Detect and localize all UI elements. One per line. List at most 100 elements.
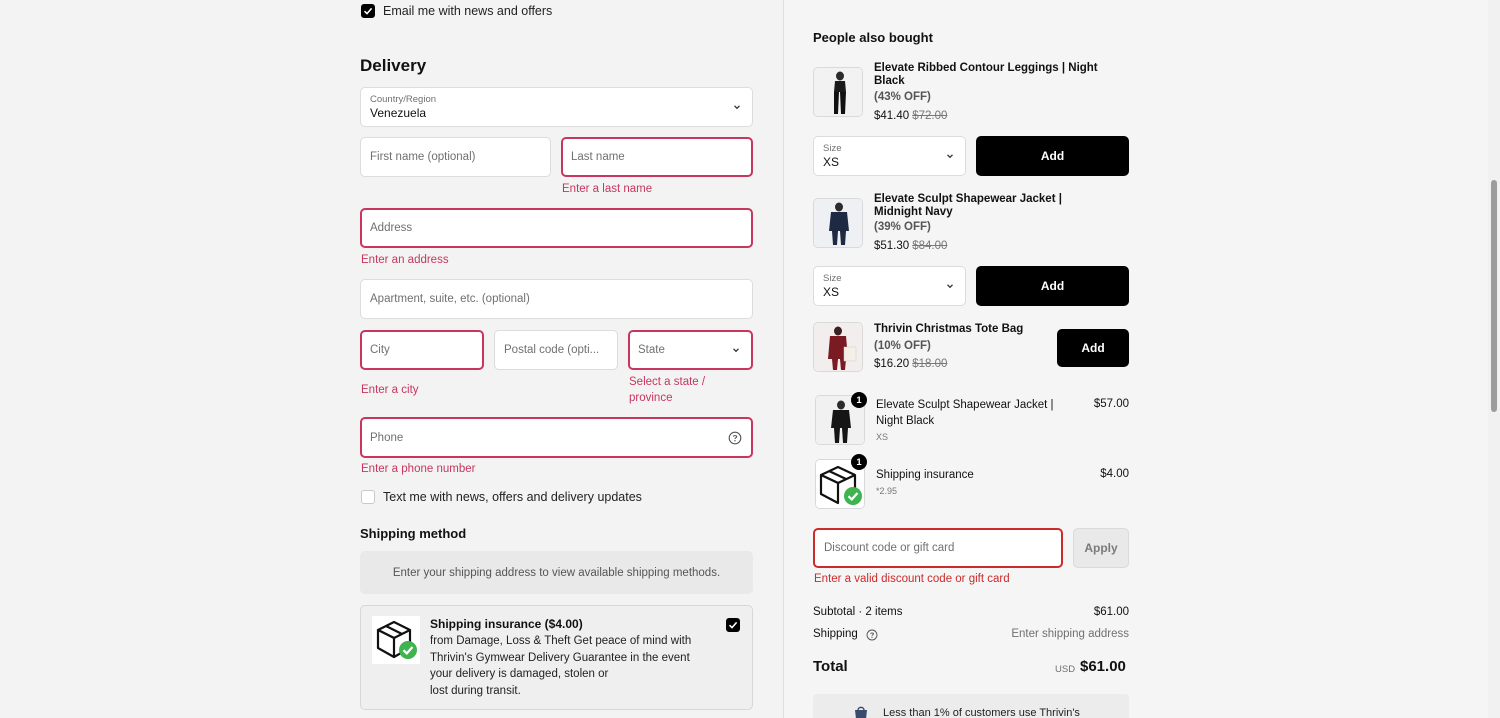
size-value: XS	[823, 155, 840, 169]
city-error: Enter a city	[361, 384, 419, 396]
upsell-size-select[interactable]: Size XS	[813, 136, 966, 176]
cart-item-name: Elevate Sculpt Shapewear Jacket | Night …	[876, 397, 1076, 429]
package-check-icon	[376, 620, 417, 659]
address-field[interactable]: Address	[360, 208, 753, 248]
upsell-item-name: Elevate Sculpt Shapewear Jacket | Midnig…	[874, 193, 1114, 219]
address-placeholder: Address	[370, 222, 413, 234]
upsell-item-name: Thrivin Christmas Tote Bag	[874, 323, 1024, 335]
discount-placeholder: Discount code or gift card	[824, 542, 955, 554]
chevron-down-icon	[947, 284, 953, 289]
size-label: Size	[823, 273, 842, 284]
insurance-description: from Damage, Loss & Theft Get peace of m…	[430, 633, 691, 699]
scrollbar-thumb[interactable]	[1491, 180, 1497, 412]
upsell-item-name-line1: Elevate Ribbed Contour Leggings | Night	[874, 62, 1098, 74]
insurance-title: Shipping insurance ($4.00)	[430, 617, 583, 631]
help-circle-icon[interactable]	[866, 629, 878, 641]
compare-price: $84.00	[912, 240, 948, 252]
apartment-placeholder: Apartment, suite, etc. (optional)	[370, 293, 530, 305]
cart-item-variant: *2.95	[876, 486, 898, 496]
upsell-item-discount: (39% OFF)	[874, 221, 931, 233]
discount-code-input[interactable]: Discount code or gift card	[813, 528, 1063, 568]
upsell-item-price: $41.40 $72.00	[874, 110, 947, 122]
sustainability-banner: Less than 1% of customers use Thrivin's	[813, 694, 1129, 718]
scrollbar[interactable]	[1488, 0, 1500, 718]
state-placeholder: State	[638, 344, 665, 356]
quantity-badge: 1	[851, 454, 867, 470]
subtotal-value: $61.00	[1093, 606, 1129, 618]
leggings-product-image	[814, 68, 862, 116]
first-name-field[interactable]: First name (optional)	[360, 137, 551, 177]
upsell-tote-bag-image	[813, 322, 863, 372]
order-summary-column: People also bought Elevate Ribbed Contou…	[784, 0, 1488, 718]
upsell-item-price: $51.30 $84.00	[874, 240, 947, 252]
chevron-down-icon	[947, 154, 953, 159]
checkmark-icon	[363, 7, 373, 15]
chevron-down-icon	[733, 348, 739, 353]
upsell-item-discount: (10% OFF)	[874, 340, 931, 352]
sale-price: $41.40	[874, 110, 910, 122]
sale-price: $16.20	[874, 358, 910, 370]
total-currency: USD	[1055, 664, 1076, 675]
insurance-desc-line3: your delivery is damaged, stolen or	[430, 668, 609, 680]
first-name-placeholder: First name (optional)	[370, 151, 476, 163]
compare-price: $72.00	[912, 110, 948, 122]
address-error: Enter an address	[361, 254, 449, 266]
upsell-item-name-line2: Black	[874, 75, 905, 87]
shipping-label: Shipping	[813, 628, 858, 640]
upsell-jacket-navy-image	[813, 198, 863, 248]
checkout-form-column: Email me with news and offers Delivery C…	[0, 0, 783, 718]
country-label: Country/Region	[370, 94, 437, 105]
cart-item-name: Shipping insurance	[876, 469, 974, 481]
tote-bag-product-image	[814, 323, 862, 371]
country-select[interactable]: Country/Region Venezuela	[360, 87, 753, 127]
insurance-checkbox[interactable]	[726, 618, 740, 632]
size-value: XS	[823, 285, 840, 299]
sms-opt-in-label: Text me with news, offers and delivery u…	[383, 490, 642, 504]
city-field[interactable]: City	[360, 330, 484, 370]
upsell-item-name: Elevate Ribbed Contour Leggings | Night …	[874, 62, 1114, 88]
last-name-field[interactable]: Last name	[561, 137, 753, 177]
total-label: Total	[813, 658, 848, 675]
last-name-error: Enter a last name	[562, 183, 653, 195]
upsell-item-discount: (43% OFF)	[874, 91, 931, 103]
upsell-add-button[interactable]: Add	[976, 136, 1129, 176]
quantity-badge: 1	[851, 392, 867, 408]
apartment-field[interactable]: Apartment, suite, etc. (optional)	[360, 279, 753, 319]
phone-error: Enter a phone number	[361, 463, 476, 475]
shipping-methods-placeholder-text: Enter your shipping address to view avai…	[392, 566, 721, 579]
banner-text: Less than 1% of customers use Thrivin's	[883, 707, 1080, 718]
shipping-methods-placeholder: Enter your shipping address to view avai…	[360, 551, 753, 594]
shopping-bag-icon	[855, 706, 867, 718]
people-also-bought-heading: People also bought	[813, 30, 933, 45]
postal-code-placeholder: Postal code (opti...	[504, 344, 600, 356]
upsell-add-button[interactable]: Add	[1057, 329, 1129, 367]
upsell-item-name-line2: Midnight Navy	[874, 206, 953, 218]
upsell-leggings-image	[813, 67, 863, 117]
size-label: Size	[823, 143, 842, 154]
apply-discount-button[interactable]: Apply	[1073, 528, 1129, 568]
subtotal-label: Subtotal · 2 items	[813, 606, 903, 618]
discount-error: Enter a valid discount code or gift card	[814, 573, 1010, 585]
upsell-item-name-line1: Elevate Sculpt Shapewear Jacket |	[874, 193, 1062, 205]
delivery-heading: Delivery	[360, 56, 427, 75]
upsell-item-price: $16.20 $18.00	[874, 358, 947, 370]
sms-opt-in-checkbox[interactable]	[361, 490, 375, 504]
cart-item-price: $4.00	[1100, 468, 1129, 480]
postal-code-field[interactable]: Postal code (opti...	[494, 330, 618, 370]
help-circle-icon[interactable]	[728, 431, 742, 445]
insurance-box-image	[372, 616, 420, 664]
upsell-add-button[interactable]: Add	[976, 266, 1129, 306]
shipping-insurance-option[interactable]: Shipping insurance ($4.00) from Damage, …	[360, 605, 753, 710]
sale-price: $51.30	[874, 240, 910, 252]
total-value: $61.00	[1080, 658, 1126, 675]
state-error-line2: province	[629, 392, 673, 404]
insurance-desc-line4: lost during transit.	[430, 684, 521, 697]
upsell-size-select[interactable]: Size XS	[813, 266, 966, 306]
phone-field[interactable]: Phone	[360, 417, 753, 458]
chevron-down-icon	[734, 105, 740, 110]
email-opt-in-checkbox[interactable]	[361, 4, 375, 18]
insurance-desc-line2: Thrivin's Gymwear Delivery Guarantee in …	[430, 651, 690, 664]
last-name-placeholder: Last name	[571, 151, 625, 163]
state-select[interactable]: State	[628, 330, 753, 370]
state-error-line1: Select a state /	[629, 376, 706, 388]
